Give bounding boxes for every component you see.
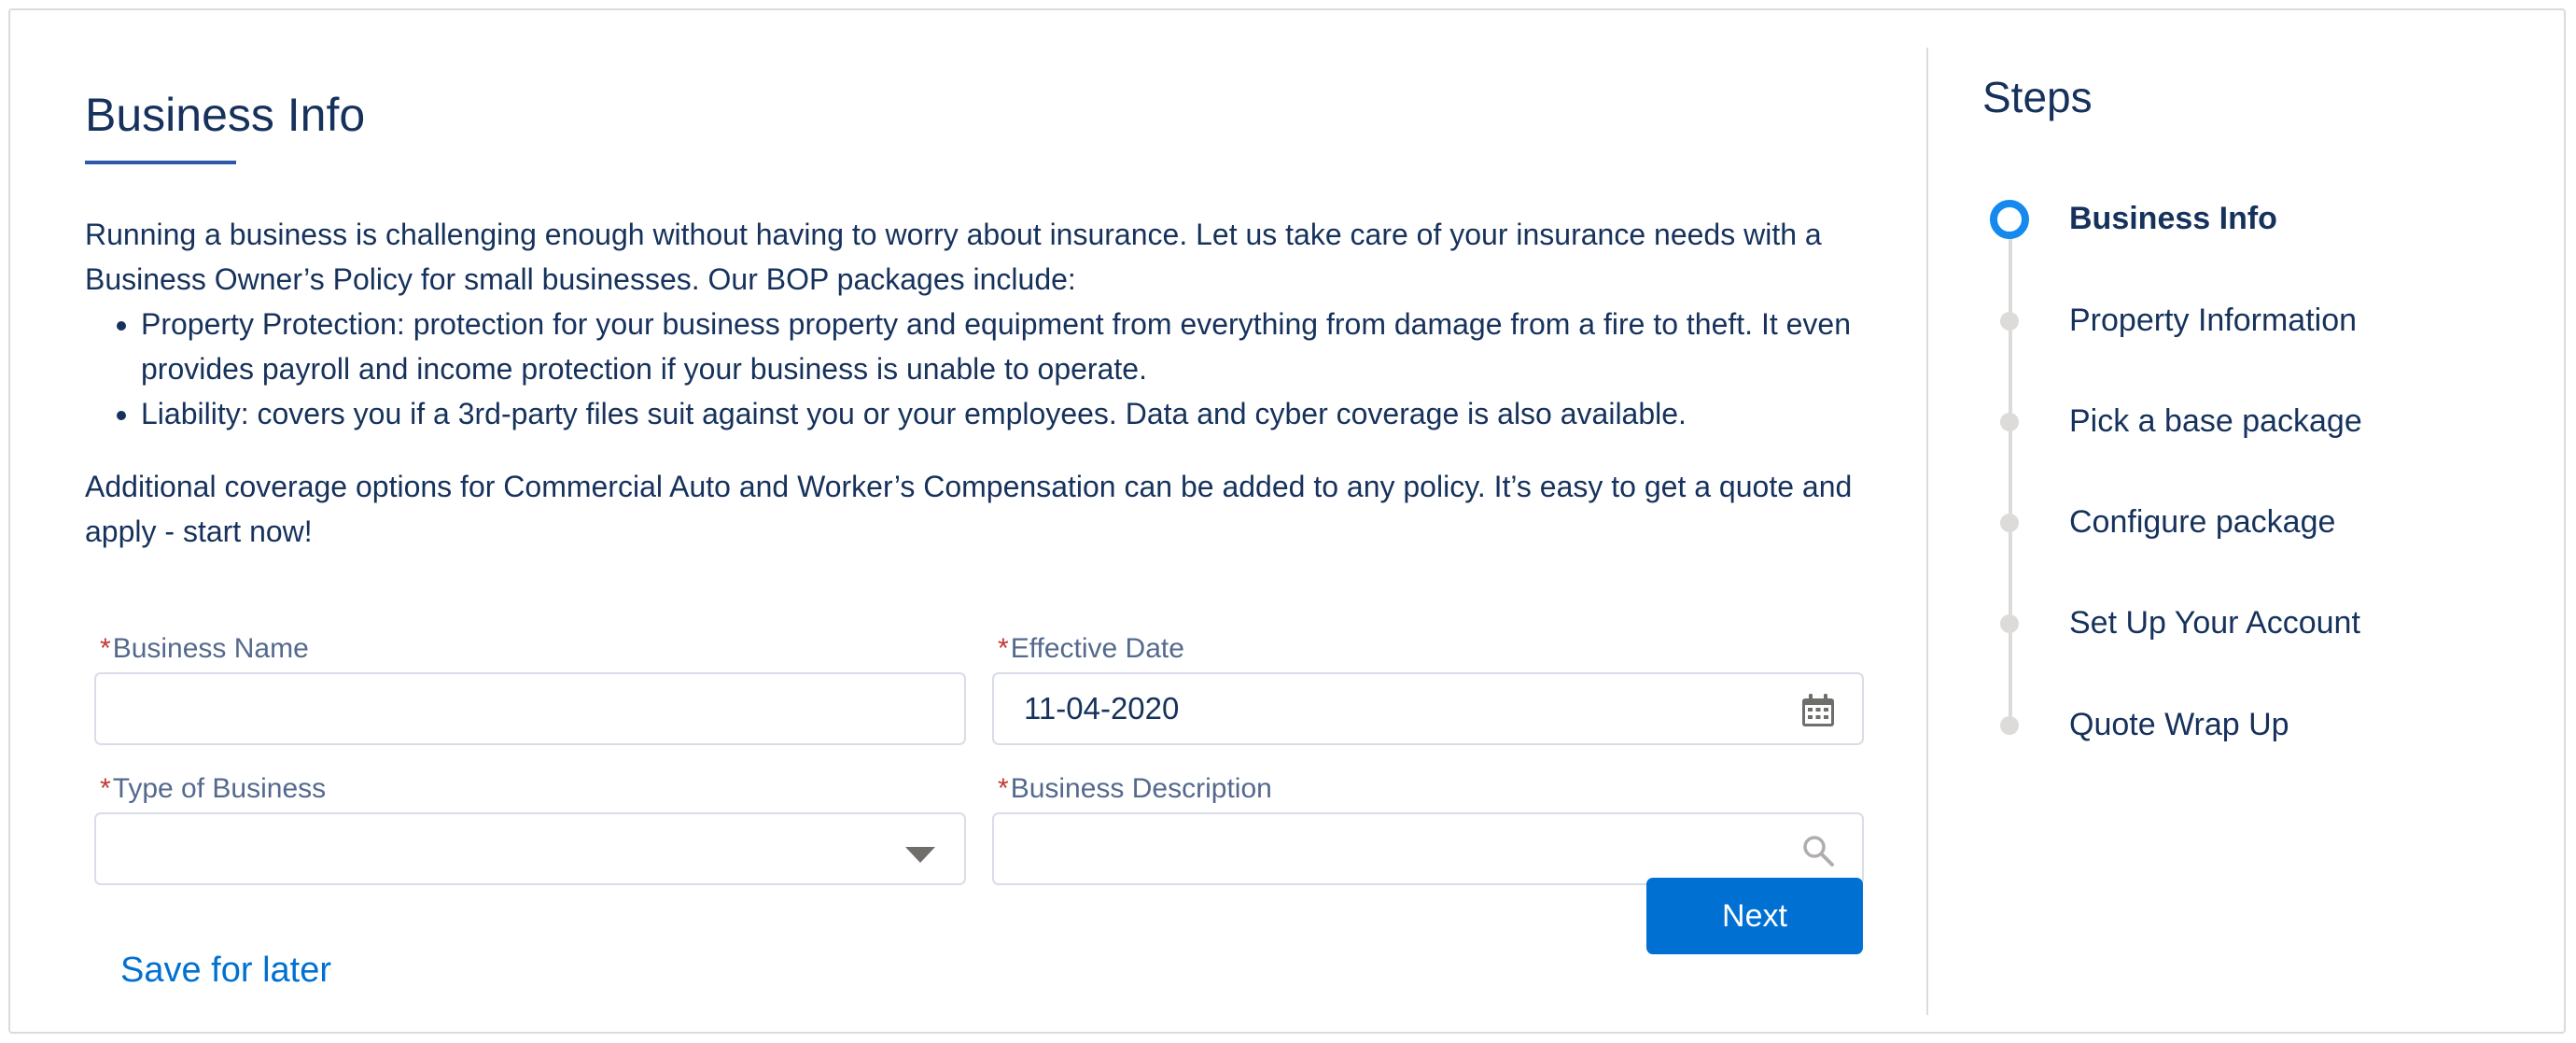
title-underline — [85, 161, 236, 164]
steps-panel: Steps Business Info Property Information… — [1982, 10, 2542, 1032]
business-description-label: *Business Description — [998, 773, 1272, 804]
business-name-field: *Business Name — [94, 630, 966, 745]
required-mark: * — [998, 773, 1009, 804]
required-mark: * — [998, 633, 1009, 664]
step-label: Property Information — [2069, 303, 2358, 338]
business-description-field: *Business Description — [992, 770, 1864, 885]
save-for-later-link[interactable]: Save for later — [120, 947, 331, 994]
step-indicator — [2000, 614, 2019, 633]
type-of-business-select[interactable] — [94, 812, 966, 885]
page-title: Business Info — [85, 89, 366, 141]
step-label: Pick a base package — [2069, 403, 2362, 439]
list-item: Property Protection: protection for your… — [141, 302, 1863, 391]
effective-date-field: *Effective Date 11-04-2020 — [992, 630, 1864, 745]
intro-text: Running a business is challenging enough… — [85, 212, 1863, 554]
additional-paragraph: Additional coverage options for Commerci… — [85, 470, 1853, 548]
step-indicator — [2000, 312, 2019, 331]
step-label: Configure package — [2069, 504, 2336, 540]
business-description-input[interactable] — [992, 812, 1864, 885]
business-name-label: *Business Name — [100, 633, 309, 664]
required-mark: * — [100, 633, 111, 664]
effective-date-label: *Effective Date — [998, 633, 1184, 664]
intro-paragraph: Running a business is challenging enough… — [85, 218, 1822, 296]
step-label: Business Info — [2069, 201, 2277, 236]
next-button[interactable]: Next — [1646, 878, 1863, 954]
calendar-icon[interactable] — [1800, 693, 1836, 728]
step-active-indicator — [1990, 200, 2029, 239]
business-name-input[interactable] — [94, 672, 966, 745]
main-content: Business Info Running a business is chal… — [85, 10, 1864, 1032]
step-indicator — [2000, 413, 2019, 431]
steps-title: Steps — [1982, 73, 2093, 121]
step-label: Quote Wrap Up — [2069, 707, 2289, 742]
search-icon — [1803, 836, 1834, 867]
effective-date-input[interactable]: 11-04-2020 — [992, 672, 1864, 745]
step-indicator — [2000, 514, 2019, 532]
chevron-down-icon[interactable] — [903, 833, 938, 868]
type-of-business-label: *Type of Business — [100, 773, 327, 804]
step-connector-line — [2009, 218, 2012, 724]
package-list: Property Protection: protection for your… — [85, 302, 1863, 436]
required-mark: * — [100, 773, 111, 804]
list-item: Liability: covers you if a 3rd-party fil… — [141, 391, 1863, 436]
effective-date-value: 11-04-2020 — [1024, 691, 1180, 726]
type-of-business-field: *Type of Business — [94, 770, 966, 885]
step-label: Set Up Your Account — [2069, 605, 2360, 641]
business-info-card: Business Info Running a business is chal… — [8, 8, 2566, 1034]
step-indicator — [2000, 716, 2019, 735]
column-divider — [1926, 48, 1928, 1015]
